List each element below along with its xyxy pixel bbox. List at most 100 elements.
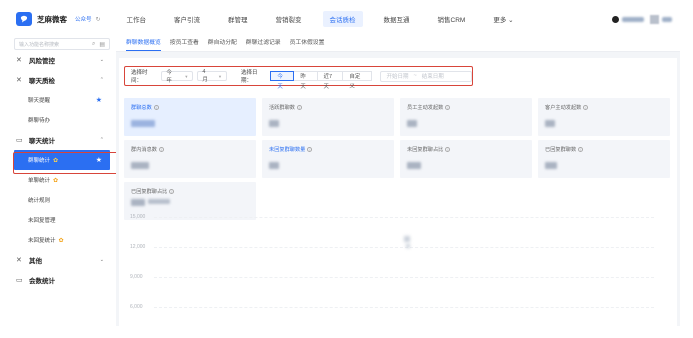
fire-icon: ✿ [58,237,64,244]
grid-line [154,247,654,248]
card-title: 群聊总数 [131,105,152,111]
info-icon[interactable]: i [153,105,159,110]
fire-icon: ✿ [53,177,59,184]
info-icon[interactable]: i [158,147,164,152]
sidebar-item-label: 群聊待办 [28,118,51,124]
card-title: 群内消息数 [131,147,157,153]
info-icon[interactable]: i [307,147,313,152]
stat-card-replied-count[interactable]: 已回复群聊数 i [538,140,670,178]
card-value-blurred [131,199,145,206]
filter-bar: 选择时间： 今年 ▼ 4月 ▼ 选择日期： 今天 昨天 近7天 自定义 开始日期… [124,66,473,90]
chat-icon: ▭ [16,277,23,284]
segment-today[interactable]: 今天 [270,71,295,90]
card-value-blurred [545,120,555,127]
sidebar-group-risk[interactable]: ✕ 风险管控 ⌄ [10,50,114,70]
refresh-icon[interactable]: ↻ [96,16,101,23]
y-tick-label: 15,000 [130,214,146,220]
sidebar-group-label: 风险管控 [29,58,55,65]
sidebar-item-group-todo[interactable]: 群聊待办 [10,110,114,130]
sidebar-item-unreplied-stats[interactable]: 未回复统计 ✿ [10,230,114,250]
avatar[interactable] [650,14,659,24]
segment-custom[interactable]: 自定义 [342,71,372,90]
info-icon[interactable]: i [445,147,451,152]
chevron-up-icon: ⌃ [99,77,104,83]
chart-point-blurred [406,244,410,248]
info-icon[interactable]: i [296,105,302,110]
card-title: 员工主动发起数 [407,105,444,111]
sidebar-group-session-stats[interactable]: ▭ 会数统计 [10,270,114,290]
sub-tabs: 群聊数据概览 按员工查看 群自动分配 群聊过滤记录 员工休假设置 [116,34,680,52]
sidebar-item-unreplied-manage[interactable]: 未回复管理 [10,210,114,230]
chevron-down-icon: ▼ [218,73,222,79]
nav-marketing[interactable]: 营销裂变 [276,11,302,27]
card-title: 活跃群聊数 [269,105,295,111]
user-area[interactable] [612,14,672,24]
chevron-down-icon: ▼ [184,73,189,79]
x-icon: ✕ [16,257,22,264]
layout-icon[interactable]: ▤ [99,41,105,48]
info-icon[interactable]: i [445,105,451,110]
segment-yesterday[interactable]: 昨天 [293,71,318,90]
status-dot-icon [612,15,619,23]
tab-by-employee[interactable]: 按员工查看 [170,37,199,51]
nav-sales-crm[interactable]: 销售CRM [438,11,466,27]
trend-chart: 15,000 12,000 9,000 6,000 [124,214,672,326]
y-tick-label: 6,000 [130,304,143,310]
sidebar-item-label: 聊天提醒 [28,98,51,104]
sidebar-group-chat-stats[interactable]: ▭ 聊天统计 ⌃ [10,130,114,150]
info-icon[interactable]: i [169,189,175,194]
stat-card-employee-initiated[interactable]: 员工主动发起数 i [400,98,532,136]
tab-auto-assign[interactable]: 群自动分配 [208,37,237,51]
card-title: 已回复群聊数 [545,147,577,153]
nav-workbench[interactable]: 工作台 [127,11,147,27]
info-icon[interactable]: i [583,105,589,110]
tab-employee-leave[interactable]: 员工休假设置 [290,37,325,51]
stat-card-customer-initiated[interactable]: 客户主动发起数 i [538,98,670,136]
nav-session-qc[interactable]: 会话质检 [322,11,363,27]
sidebar-item-chat-reminder[interactable]: 聊天提醒 ★ [10,90,114,110]
sidebar-group-other[interactable]: ✕ 其他 ⌄ [10,250,114,270]
year-select[interactable]: 今年 ▼ [161,70,194,84]
stat-card-active-groups[interactable]: 活跃群聊数 i [262,98,394,136]
card-value-blurred-2 [148,199,170,204]
x-icon: ✕ [16,77,22,84]
grid-line [154,307,654,308]
tab-group-overview[interactable]: 群聊数据概览 [126,37,161,51]
stat-card-total-groups[interactable]: 群聊总数 i [124,98,256,136]
stat-card-unreplied-ratio[interactable]: 未回复群聊占比 i [400,140,532,178]
main-nav: 工作台 客户引流 群管理 营销裂变 会话质检 数据互通 销售CRM 更多 ⌄ [127,11,542,27]
main-content: 群聊数据概览 按员工查看 群自动分配 群聊过滤记录 员工休假设置 选择时间： 今… [116,34,680,326]
star-icon[interactable]: ★ [96,96,102,104]
search-placeholder: 输入功能名称搜索 [19,41,60,48]
nav-data-sync[interactable]: 数据互通 [384,11,410,27]
sidebar-group-label: 会数统计 [29,278,55,285]
user-extra-blurred [662,16,672,22]
nav-customer-acquisition[interactable]: 客户引流 [174,11,200,27]
grid-line [154,217,654,218]
month-select[interactable]: 4月 ▼ [197,69,227,83]
overview-panel: 选择时间： 今年 ▼ 4月 ▼ 选择日期： 今天 昨天 近7天 自定义 开始日期… [119,58,677,326]
nav-more[interactable]: 更多 ⌄ [493,11,513,27]
card-value-blurred [269,120,279,127]
card-value-blurred [131,120,155,127]
brand-sub-link[interactable]: 公众号 [75,15,92,23]
card-value-blurred [269,162,279,169]
date-range-picker[interactable]: 开始日期 ~ 结束日期 [379,70,472,82]
sidebar-item-stat-rules[interactable]: 统计规则 [10,190,114,210]
sidebar-search-input[interactable]: 输入功能名称搜索 ⌕ ▤ [14,38,110,50]
chevron-up-icon: ⌃ [99,137,104,143]
tab-filter-records[interactable]: 群聊过滤记录 [246,37,281,51]
stat-card-group-messages[interactable]: 群内消息数 i [124,140,256,178]
nav-group-management[interactable]: 群管理 [228,11,248,27]
stat-card-unreplied-count[interactable]: 未回复群聊数量 i [262,140,394,178]
chevron-down-icon: ⌄ [99,257,104,263]
y-tick-label: 9,000 [130,274,143,280]
search-icon[interactable]: ⌕ [92,41,95,48]
info-icon[interactable]: i [578,147,584,152]
segment-last7[interactable]: 近7天 [316,71,344,90]
date-segment: 今天 昨天 近7天 自定义 [270,71,372,90]
end-date-placeholder: 结束日期 [421,74,444,80]
chart-point-blurred [404,236,410,242]
chat-icon: ▭ [16,137,23,144]
sidebar-group-chat-qc[interactable]: ✕ 聊天质检 ⌃ [10,70,114,90]
